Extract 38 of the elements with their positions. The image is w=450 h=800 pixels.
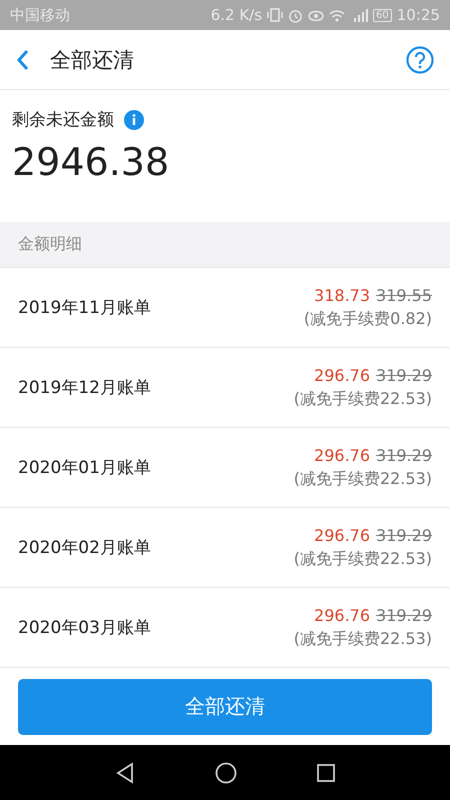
fee-waiver-note: (减免手续费22.53) [294,548,432,570]
alarm-icon [288,8,304,22]
original-amount: 319.29 [376,446,432,464]
fee-waiver-note: (减免手续费22.53) [294,628,432,650]
fee-waiver-note: (减免手续费22.53) [294,468,432,490]
clock-time: 10:25 [396,6,440,24]
carrier-name: 中国移动 [10,6,70,24]
bill-name: 2020年01月账单 [18,457,151,479]
discounted-amount: 318.73 [314,286,370,304]
network-speed: 6.2 K/s [210,6,262,24]
vibrate-icon [267,8,284,22]
bill-name: 2020年02月账单 [18,537,151,559]
eye-icon [308,9,324,21]
battery-level: 60 [373,8,392,22]
original-amount: 319.55 [376,286,432,304]
fee-waiver-note: (减免手续费0.82) [304,308,432,330]
original-amount: 319.29 [376,526,432,544]
bill-name: 2020年03月账单 [18,617,151,639]
discounted-amount: 296.76 [314,446,370,464]
help-icon[interactable] [406,46,434,74]
bill-name: 2019年12月账单 [18,377,151,399]
discounted-amount: 296.76 [314,526,370,544]
section-title: 金额明细 [18,234,82,255]
wifi-icon [329,8,346,22]
back-icon[interactable] [115,762,135,784]
recent-apps-icon[interactable] [317,764,335,782]
info-icon[interactable] [124,110,144,130]
original-amount: 319.29 [376,366,432,384]
remaining-amount: 2946.38 [12,143,170,181]
pay-all-button[interactable]: 全部还清 [18,678,432,734]
page-title: 全部还清 [50,46,135,74]
original-amount: 319.29 [376,606,432,624]
fee-waiver-note: (减免手续费22.53) [294,388,432,410]
home-icon[interactable] [215,762,237,784]
bill-name: 2019年11月账单 [18,297,151,319]
discounted-amount: 296.76 [314,606,370,624]
discounted-amount: 296.76 [314,366,370,384]
remaining-label: 剩余未还金额 [12,109,114,131]
